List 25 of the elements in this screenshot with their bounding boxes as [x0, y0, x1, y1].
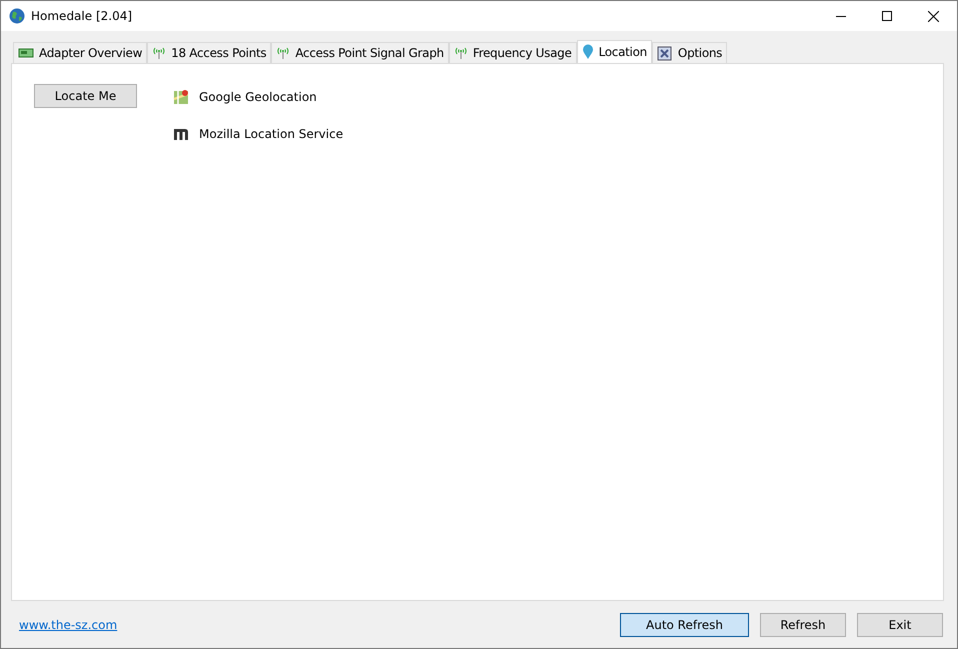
map-icon — [173, 88, 189, 104]
tab[interactable]: Access Point Signal Graph — [271, 42, 449, 63]
window-title: Homedale [2.04] — [31, 9, 132, 23]
service-label: Mozilla Location Service — [199, 126, 344, 140]
service-label: Google Geolocation — [199, 90, 317, 104]
antenna-icon — [454, 46, 468, 60]
antenna-icon — [152, 46, 166, 60]
mozilla-m-icon — [173, 128, 189, 140]
settings-icon — [656, 45, 673, 61]
footer-button[interactable]: Refresh — [760, 612, 846, 636]
tab[interactable]: Options — [652, 42, 728, 63]
antenna-icon — [276, 46, 290, 60]
network-card-icon — [18, 47, 34, 59]
footer-button[interactable]: Exit — [857, 612, 943, 636]
close-icon[interactable] — [928, 10, 939, 22]
locate-me-button[interactable]: Locate Me — [34, 84, 137, 108]
tab[interactable]: 18 Access Points — [147, 42, 272, 63]
footer-button[interactable]: Auto Refresh — [620, 612, 749, 636]
maximize-icon[interactable] — [882, 11, 892, 21]
tab[interactable]: Adapter Overview — [13, 42, 148, 63]
website-link[interactable]: www.the-sz.com — [19, 618, 118, 632]
tab[interactable]: Frequency Usage — [448, 42, 577, 63]
globe-icon — [9, 8, 25, 24]
map-pin-icon — [582, 44, 594, 60]
tab[interactable]: Location — [576, 40, 652, 63]
